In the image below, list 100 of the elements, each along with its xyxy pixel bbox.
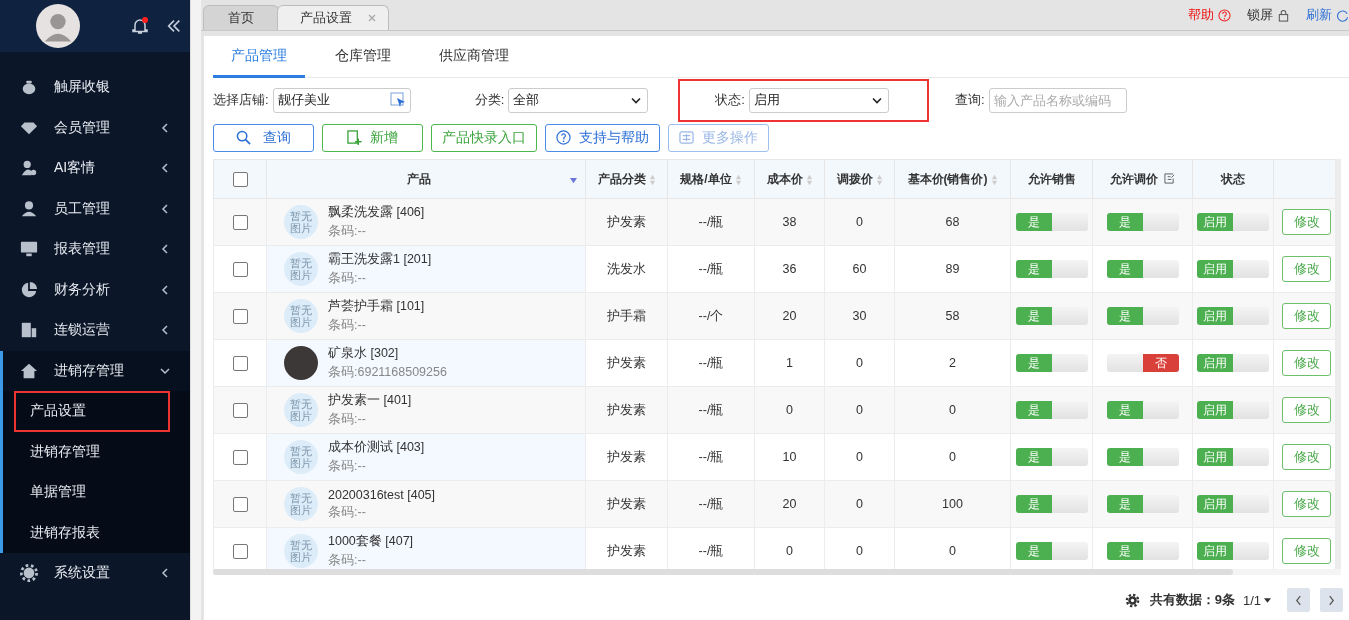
collapse-icon[interactable]	[166, 18, 182, 34]
filter-icon[interactable]	[569, 176, 578, 184]
next-page-button[interactable]	[1320, 588, 1343, 613]
toggle-switch[interactable]: 否	[1106, 354, 1179, 373]
toggle-switch[interactable]: 是	[1015, 260, 1088, 279]
help-icon[interactable]	[1218, 8, 1231, 22]
search-field[interactable]: 输入产品名称或编码	[988, 87, 1127, 113]
column-header[interactable]: 允许调价	[1110, 171, 1158, 186]
row-checkbox[interactable]	[232, 449, 248, 465]
column-header[interactable]: 产品分类	[597, 171, 646, 186]
scrollbar[interactable]	[190, 0, 201, 620]
toggle-switch[interactable]: 是	[1106, 307, 1179, 326]
row-checkbox[interactable]	[232, 496, 248, 512]
help-link[interactable]: 帮助	[1188, 6, 1214, 24]
avatar-icon[interactable]	[36, 4, 80, 48]
search-button[interactable]: 查询	[213, 123, 314, 152]
toggle-switch[interactable]: 是	[1015, 307, 1088, 326]
column-header[interactable]: 规格/单位	[680, 171, 732, 186]
lock-link[interactable]: 锁屏	[1247, 6, 1273, 24]
toggle-switch[interactable]: 是	[1015, 213, 1088, 232]
toggle-switch[interactable]: 是	[1015, 401, 1088, 420]
toggle-switch[interactable]: 启用	[1197, 495, 1269, 514]
menu-item[interactable]: 进销存管理	[0, 350, 190, 391]
bell-icon[interactable]	[130, 16, 150, 36]
row-checkbox[interactable]	[232, 543, 248, 559]
table-cell: 89	[945, 262, 960, 277]
quick-entry-button[interactable]: 产品快录入口	[431, 123, 537, 152]
scrollbar[interactable]	[1335, 159, 1341, 569]
row-checkbox[interactable]	[232, 355, 248, 371]
edit-button[interactable]: 修改	[1282, 490, 1331, 517]
toggle-switch[interactable]: 启用	[1197, 542, 1269, 561]
section-tab[interactable]: 供应商管理	[421, 47, 527, 79]
menu-item[interactable]: 报表管理	[0, 229, 190, 270]
row-checkbox[interactable]	[232, 402, 248, 418]
row-checkbox[interactable]	[232, 261, 248, 277]
edit-button[interactable]: 修改	[1282, 396, 1331, 423]
submenu-item[interactable]: 进销存报表	[3, 512, 190, 553]
scrollbar[interactable]	[213, 568, 1341, 575]
toggle-switch[interactable]: 启用	[1197, 213, 1269, 232]
toggle-switch[interactable]: 是	[1106, 448, 1179, 467]
status-select[interactable]: 启用	[748, 87, 889, 113]
category-select[interactable]: 全部	[508, 87, 649, 113]
column-header[interactable]: 成本价	[766, 171, 803, 186]
menu-item[interactable]: 系统设置	[0, 553, 190, 594]
toggle-switch[interactable]: 是	[1015, 542, 1088, 561]
edit-button[interactable]: 修改	[1282, 349, 1331, 376]
toggle-switch[interactable]: 是	[1015, 448, 1088, 467]
submenu-item[interactable]: 产品设置	[14, 391, 170, 432]
settings-icon[interactable]	[1124, 592, 1140, 608]
menu-item[interactable]: 员工管理	[0, 188, 190, 229]
edit-button[interactable]: 修改	[1282, 208, 1331, 235]
column-header[interactable]: 调拨价	[836, 171, 873, 186]
toggle-switch[interactable]: 启用	[1197, 354, 1269, 373]
submenu-item[interactable]: 单据管理	[3, 472, 190, 513]
add-button[interactable]: 新增	[322, 123, 423, 152]
edit-icon[interactable]	[1164, 172, 1175, 184]
submenu-item[interactable]: 进销存管理	[3, 431, 190, 472]
edit-button[interactable]: 修改	[1282, 302, 1331, 329]
menu-item[interactable]: 会员管理	[0, 107, 190, 148]
toggle-switch[interactable]: 是	[1106, 401, 1179, 420]
edit-button[interactable]: 修改	[1282, 255, 1331, 282]
add-document-icon	[347, 130, 362, 146]
row-checkbox[interactable]	[232, 214, 248, 230]
select-all-checkbox[interactable]	[232, 171, 248, 187]
menu-item[interactable]: AI客情	[0, 148, 190, 189]
column-header[interactable]: 允许销售	[1027, 171, 1076, 186]
page-selector[interactable]: 1/1	[1242, 592, 1261, 608]
toggle-switch[interactable]: 启用	[1197, 401, 1269, 420]
section-tab[interactable]: 仓库管理	[317, 47, 409, 79]
store-field[interactable]: 靓仔美业	[272, 87, 411, 113]
caret-icon[interactable]	[1264, 597, 1271, 603]
column-header[interactable]: 基本价(销售价)	[907, 171, 988, 186]
menu-item[interactable]: 财务分析	[0, 269, 190, 310]
help-button[interactable]: 支持与帮助	[545, 123, 660, 152]
placeholder-text: 暂无图片	[289, 256, 313, 282]
row-checkbox[interactable]	[232, 308, 248, 324]
toggle-switch[interactable]: 是	[1106, 542, 1179, 561]
page-tab[interactable]: 产品设置	[277, 5, 389, 30]
toggle-switch[interactable]: 启用	[1197, 260, 1269, 279]
toggle-switch[interactable]: 是	[1015, 354, 1088, 373]
toggle-switch[interactable]: 启用	[1197, 448, 1269, 467]
section-tab[interactable]: 产品管理	[213, 47, 305, 79]
toggle-switch[interactable]: 是	[1106, 495, 1179, 514]
toggle-switch[interactable]: 启用	[1197, 307, 1269, 326]
edit-button[interactable]: 修改	[1282, 443, 1331, 470]
more-button[interactable]: 更多操作	[668, 123, 769, 152]
refresh-icon[interactable]	[1336, 8, 1349, 22]
menu-item[interactable]: 触屏收银	[0, 67, 190, 108]
toggle-switch[interactable]: 是	[1106, 213, 1179, 232]
page-tab[interactable]: 首页	[203, 5, 279, 30]
toggle-switch[interactable]: 是	[1106, 260, 1179, 279]
table-cell: 0	[856, 450, 863, 465]
refresh-link[interactable]: 刷新	[1306, 6, 1332, 24]
edit-button[interactable]: 修改	[1282, 537, 1331, 564]
lock-icon[interactable]	[1277, 8, 1290, 22]
previous-page-button[interactable]	[1287, 588, 1310, 613]
menu-item[interactable]: 连锁运营	[0, 310, 190, 351]
toggle-switch[interactable]: 是	[1015, 495, 1088, 514]
column-header[interactable]: 产品	[406, 171, 431, 186]
column-header[interactable]: 状态	[1221, 171, 1245, 186]
